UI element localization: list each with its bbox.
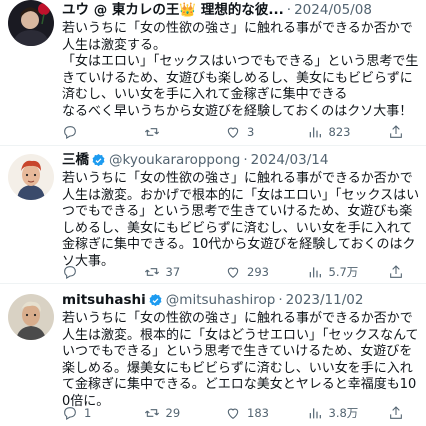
separator-dot: · xyxy=(243,152,248,168)
separator-dot: · xyxy=(278,292,283,308)
author-name[interactable]: ユウ @ 東カレの王👑 理想的な彼... xyxy=(62,0,284,20)
avatar[interactable] xyxy=(8,0,54,46)
tweet-text: 若いうちに「女の性欲の強さ」に触れる事ができるか否かで人生は激変。おかげで根本的… xyxy=(62,171,420,269)
reply-icon xyxy=(64,126,76,139)
reply-count: 1 xyxy=(84,406,92,420)
views-button[interactable]: 5.7万 xyxy=(307,264,367,280)
tweet-2[interactable]: 三橋 @kyoukararoppong · 2024/03/14 若いうちに「女… xyxy=(0,146,426,284)
like-button[interactable]: 3 xyxy=(225,124,285,140)
like-icon xyxy=(227,127,239,138)
views-icon xyxy=(309,267,321,278)
action-bar: 1 29 183 3.8万 xyxy=(62,404,420,422)
retweet-icon xyxy=(144,409,159,417)
like-count: 3 xyxy=(247,125,255,139)
separator-dot: · xyxy=(286,2,292,18)
like-button[interactable]: 183 xyxy=(225,405,285,421)
tweet-text: 若いうちに「女の性欲の強さ」に触れる事ができるか否かで人生は激変。根本的に「女は… xyxy=(62,311,419,409)
retweet-count: 29 xyxy=(165,406,181,420)
like-button[interactable]: 293 xyxy=(225,264,285,280)
tweet-date[interactable]: 2023/11/02 xyxy=(286,290,364,310)
retweet-button[interactable]: 37 xyxy=(144,264,204,280)
tweet-header: mitsuhashi @mitsuhashirop · 2023/11/02 xyxy=(62,290,422,310)
share-icon xyxy=(390,406,402,419)
tweet-text: 若いうちに「女の性欲の強さ」に触れる事ができるか否かで人生は激変する。 「女はエ… xyxy=(62,21,419,119)
retweet-button[interactable] xyxy=(144,124,204,140)
verified-badge-icon xyxy=(149,293,162,306)
reply-icon xyxy=(64,407,76,420)
avatar[interactable] xyxy=(8,154,54,200)
author-name[interactable]: 三橋 xyxy=(62,150,89,170)
author-handle[interactable]: @mitsuhashirop xyxy=(166,290,276,310)
views-icon xyxy=(309,127,321,138)
tweet-date[interactable]: 2024/05/08 xyxy=(294,0,372,20)
author-handle[interactable]: @kyoukararoppong xyxy=(109,150,240,170)
tweet-1[interactable]: ユウ @ 東カレの王👑 理想的な彼... · 2024/05/08 若いうちに「… xyxy=(0,0,426,146)
views-button[interactable]: 823 xyxy=(307,124,367,140)
retweet-icon xyxy=(144,128,159,136)
tweet-header: ユウ @ 東カレの王👑 理想的な彼... · 2024/05/08 xyxy=(62,0,422,20)
views-icon xyxy=(309,408,321,419)
like-count: 183 xyxy=(247,406,269,420)
retweet-icon xyxy=(144,268,159,276)
tweet-3[interactable]: mitsuhashi @mitsuhashirop · 2023/11/02 若… xyxy=(0,286,426,426)
reply-button[interactable]: 1 xyxy=(62,405,122,421)
action-bar: 3 823 xyxy=(62,123,420,141)
verified-badge-icon xyxy=(92,153,105,166)
share-icon xyxy=(390,125,402,138)
action-bar: 37 293 5.7万 xyxy=(62,263,420,281)
like-count: 293 xyxy=(247,265,269,279)
reply-button[interactable] xyxy=(62,124,122,140)
views-count: 823 xyxy=(328,125,351,139)
share-button[interactable] xyxy=(388,124,420,140)
retweet-count: 37 xyxy=(165,265,181,279)
retweet-button[interactable]: 29 xyxy=(144,405,204,421)
like-icon xyxy=(227,408,239,419)
share-button[interactable] xyxy=(388,264,420,280)
author-name[interactable]: mitsuhashi xyxy=(62,290,146,310)
tweet-header: 三橋 @kyoukararoppong · 2024/03/14 xyxy=(62,150,422,170)
avatar[interactable] xyxy=(8,294,54,340)
reply-icon xyxy=(64,266,76,279)
views-count: 3.8万 xyxy=(328,406,359,420)
reply-button[interactable] xyxy=(62,264,122,280)
like-icon xyxy=(227,267,239,278)
views-count: 5.7万 xyxy=(328,265,359,279)
tweet-date[interactable]: 2024/03/14 xyxy=(251,150,329,170)
share-icon xyxy=(390,265,402,278)
views-button[interactable]: 3.8万 xyxy=(307,405,367,421)
share-button[interactable] xyxy=(388,405,420,421)
